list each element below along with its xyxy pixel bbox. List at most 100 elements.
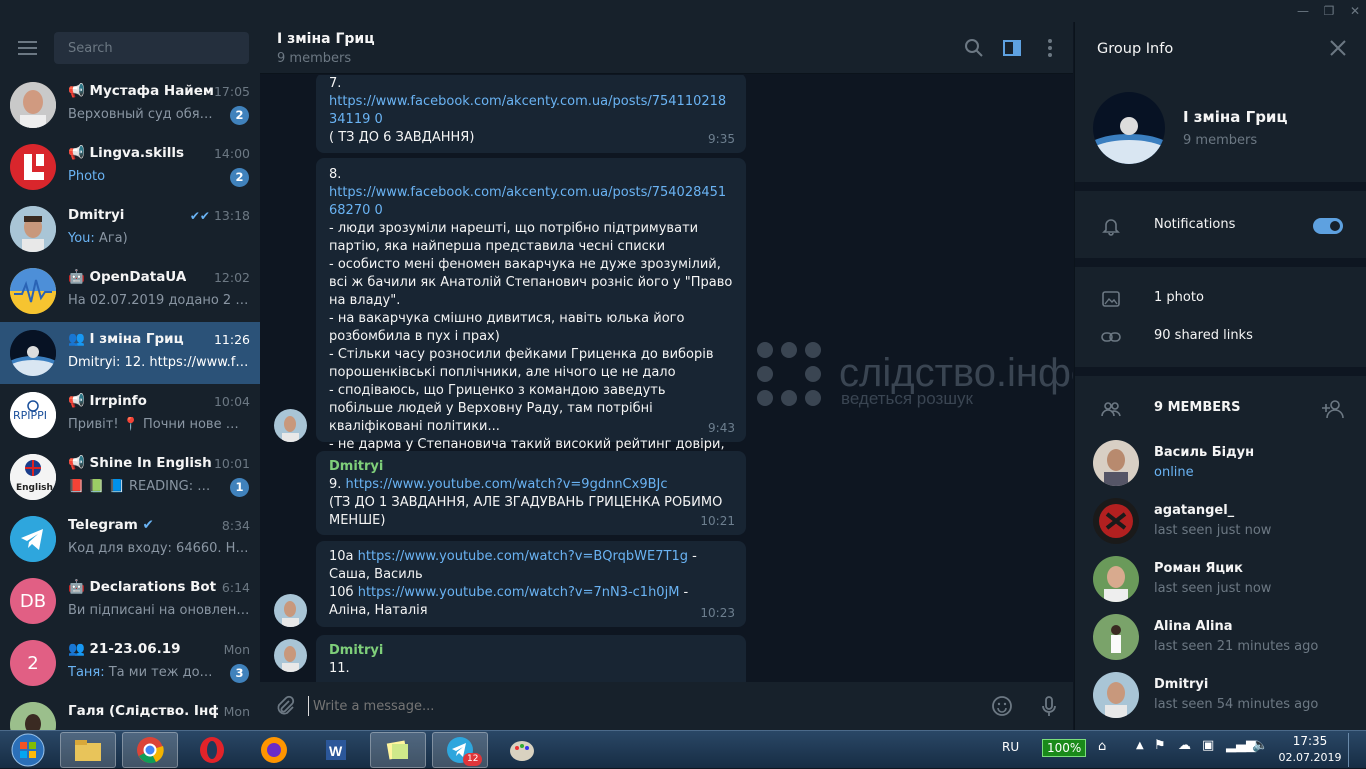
members-header: 9 MEMBERS [1075,391,1366,427]
volume-icon[interactable]: 🔈 [1252,738,1268,753]
battery-indicator[interactable]: 100% [1042,739,1087,757]
person-photo-icon [274,409,307,442]
member-status: online [1154,465,1194,480]
message-list[interactable]: 7. https://www.facebook.com/akcenty.com.… [260,75,1073,682]
chat-item-declarations-bot[interactable]: DB 🤖 Declarations Bot 6:14 Ви підписані … [0,570,260,632]
chat-item-dmitryi[interactable]: Dmitryi ✔✔ 13:18 You: Ага) [0,198,260,260]
group-avatar[interactable] [1093,92,1165,164]
message-link[interactable]: https://www.youtube.com/watch?v=7nN3-c1h… [358,585,680,600]
chat-title[interactable]: І зміна Гриц [277,31,375,47]
conversation-pane: І зміна Гриц 9 members 7. https://www.fa… [260,22,1073,730]
taskbar-sticky-notes[interactable] [370,732,426,768]
photos-row[interactable]: 1 photo [1075,281,1366,317]
member-row[interactable]: Dmitryi last seen 54 minutes ago [1075,667,1366,725]
taskbar-paint[interactable] [494,732,550,768]
message-text: (ТЗ ДО 1 ЗАВДАННЯ, АЛЕ ЗГАДУВАНЬ ГРИЦЕНК… [329,495,723,528]
message-link[interactable]: https://www.youtube.com/watch?v=BQrqbWE7… [358,549,688,564]
chat-item-irrpinfo[interactable]: RPIPPI 📢 Irrpinfo 10:04 Привіт! 📍 Почни … [0,384,260,446]
taskbar-explorer[interactable] [60,732,116,768]
paint-palette-icon [510,741,534,761]
close-window-button[interactable]: ✕ [1342,2,1366,20]
chat-preview: На 02.07.2019 додано 2 судо... [68,293,250,308]
message-bubble[interactable]: Dmitryi 9. https://www.youtube.com/watch… [316,451,746,535]
word-icon: W [326,740,346,760]
notifications-row[interactable]: Notifications [1075,208,1366,244]
message-bubble[interactable]: 7. https://www.facebook.com/akcenty.com.… [316,75,746,153]
search-icon[interactable] [963,37,985,59]
chat-name: Irrpinfo [89,393,147,409]
chat-item-21-23-06-19[interactable]: 2 👥 21-23.06.19 Mon Таня: Та ми теж добр… [0,632,260,694]
more-vertical-icon[interactable] [1039,37,1061,59]
member-avatar [1093,440,1139,486]
add-member-icon[interactable] [1321,398,1345,420]
unread-badge: 2 [230,168,249,187]
avatar [10,268,56,314]
sender-avatar[interactable] [274,594,307,627]
sidebar-toggle-icon[interactable] [1001,37,1023,59]
message-link[interactable]: https://www.facebook.com/akcenty.com.ua/… [329,94,726,127]
chat-name: Dmitryi [68,207,125,223]
message-prefix: 10б [329,585,358,600]
red-logo-icon [1093,498,1139,544]
microphone-icon[interactable] [1038,695,1060,717]
chat-item-telegram[interactable]: Telegram ✔ 8:34 Код для входу: 64660. Не… [0,508,260,570]
message-bubble[interactable]: 8. https://www.facebook.com/akcenty.com.… [316,158,746,470]
chat-item-opendataua[interactable]: 🤖 OpenDataUA 12:02 На 02.07.2019 додано … [0,260,260,322]
megaphone-icon: 📢 [68,393,90,409]
avatar: 2 [10,640,56,686]
taskbar-opera[interactable] [184,732,240,768]
language-indicator[interactable]: RU [1002,740,1019,754]
shared-links-row[interactable]: 90 shared links [1075,319,1366,355]
chat-time: 11:26 [213,332,250,347]
avatar: DB [10,578,56,624]
menu-icon[interactable] [18,41,37,55]
show-desktop-button[interactable] [1348,733,1360,767]
member-row[interactable]: Василь Бідун online [1075,435,1366,493]
megaphone-icon: 📢 [68,145,90,161]
chat-name: Галя (Слідство. Інфо) [68,703,218,719]
member-row[interactable]: Роман Яцик last seen just now [1075,551,1366,609]
member-row[interactable]: agatangel_ last seen just now [1075,493,1366,551]
notifications-toggle[interactable] [1313,218,1343,234]
megaphone-icon: 📢 [68,83,90,99]
chat-item-lingva[interactable]: 📢 Lingva.skills 14:00 Photo 2 [0,136,260,198]
minimize-button[interactable]: — [1290,2,1316,20]
avatar-initials: DB [19,590,47,612]
system-tray: RU 100% ⌂ ▲ ⚑ ☁ ▣ ▂▄▆ 🔈 17:35 02.07.2019 [986,731,1366,769]
sender-avatar[interactable] [274,409,307,442]
attach-icon[interactable] [274,695,296,717]
group-info-panel: Group Info І зміна Гриц 9 members Notifi… [1074,22,1366,730]
search-input[interactable]: Search [54,32,249,64]
chat-item-izmina-hryts[interactable]: 👥 І зміна Гриц 11:26 Dmitryi: 12. https:… [0,322,260,384]
usb-icon[interactable]: ▣ [1202,738,1214,753]
message-link[interactable]: https://www.youtube.com/watch?v=9gdnnCx9… [346,477,668,492]
network-icon[interactable]: ⌂ [1098,739,1106,754]
preview-prefix: Таня: [68,665,105,680]
show-hidden-icons-icon[interactable]: ▲ [1136,740,1144,751]
clock-date[interactable]: 02.07.2019 [1278,751,1342,764]
taskbar-chrome[interactable] [122,732,178,768]
taskbar-word[interactable]: W [308,732,364,768]
chat-item-mustafa[interactable]: 📢 Мустафа Найем 17:05 Верховный суд обяз… [0,74,260,136]
person-photo-icon [10,702,56,730]
sender-avatar[interactable] [274,639,307,672]
start-button[interactable] [4,732,52,768]
message-link[interactable]: https://www.facebook.com/akcenty.com.ua/… [329,185,726,218]
chat-item-shine-in-english[interactable]: English 📢 Shine In English 10:01 📕 📗 📘 R… [0,446,260,508]
message-bubble[interactable]: 10а https://www.youtube.com/watch?v=BQrq… [316,541,746,627]
cloud-icon[interactable]: ☁ [1178,738,1191,753]
taskbar-firefox[interactable] [246,732,302,768]
maximize-button[interactable]: ❐ [1316,2,1342,20]
sender-name[interactable]: Dmitryi [329,642,733,660]
clock-time[interactable]: 17:35 [1282,734,1338,748]
chat-item-halia[interactable]: Галя (Слідство. Інфо) Mon [0,694,260,730]
close-icon[interactable] [1329,39,1347,57]
member-row[interactable]: Alina Alina last seen 21 minutes ago [1075,609,1366,667]
chat-time: 13:18 [213,208,250,223]
message-input[interactable] [308,696,908,716]
taskbar-telegram[interactable]: 12 [432,732,488,768]
message-bubble[interactable]: Dmitryi 11. [316,635,746,682]
emoji-icon[interactable] [991,695,1013,717]
sender-name[interactable]: Dmitryi [329,458,733,476]
flag-icon[interactable]: ⚑ [1154,738,1166,753]
